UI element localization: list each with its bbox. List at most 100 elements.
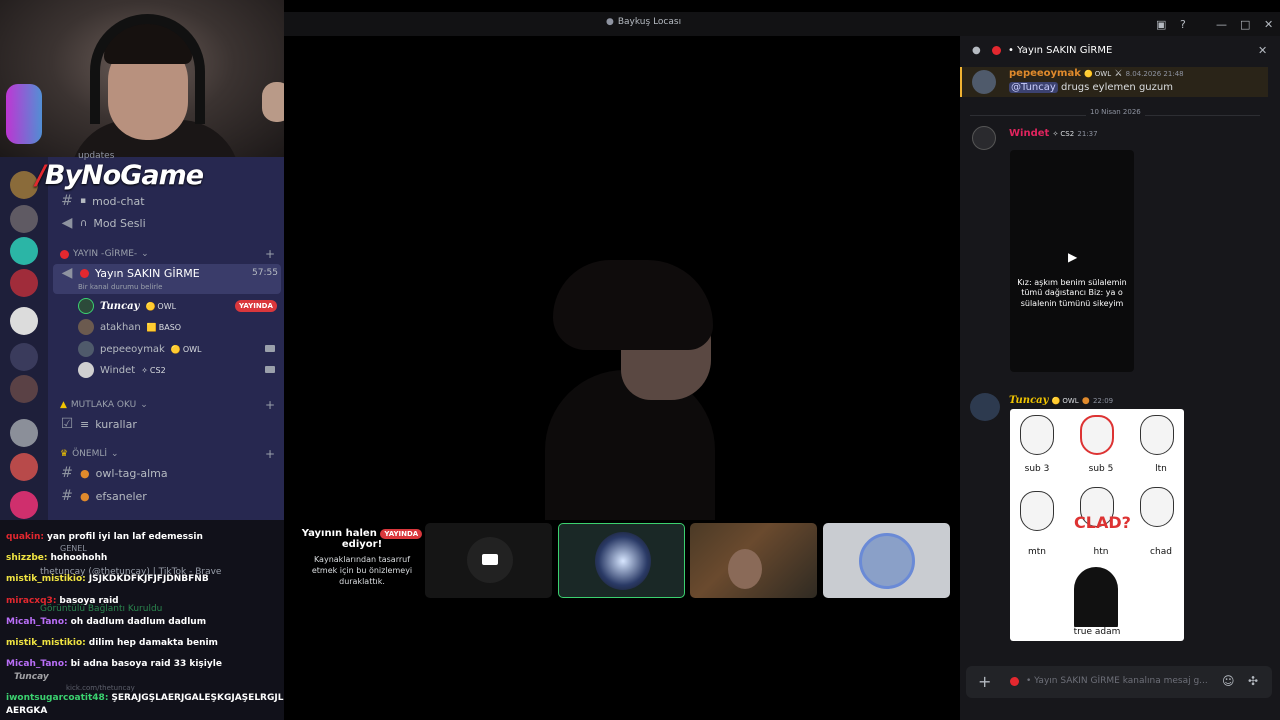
channel-status[interactable]: Bir kanal durumu belirle — [78, 283, 162, 291]
meme-label: mtn — [1028, 547, 1046, 557]
member-tag: 🟡 OWL — [1051, 397, 1079, 405]
chat-line: mistik_mistikio: JSJKDKDFKJFJFJDNBFNB — [6, 574, 209, 584]
category-yayin[interactable]: YAYIN -GİRME- ⌄ — [60, 249, 149, 259]
author-name[interactable]: Windet — [1009, 128, 1049, 139]
avatar[interactable] — [972, 126, 996, 150]
stream-paused-notice: Yayının halen YAYINDA ediyor! Kaynakları… — [300, 528, 424, 588]
voice-channel-label: Yayın SAKIN GİRME — [95, 266, 200, 280]
avatar[interactable] — [972, 70, 996, 94]
message-input[interactable]: • Yayın SAKIN GİRME kanalına mesaj g... — [1026, 676, 1208, 686]
close-chat-icon[interactable]: ✕ — [1258, 44, 1267, 57]
notice-title: Yayının halen — [301, 528, 377, 539]
author-name[interactable]: pepeeoymak — [1009, 68, 1081, 79]
server-icon[interactable] — [10, 307, 38, 335]
member-tag: ✧ CS2 — [1052, 130, 1075, 138]
chat-line: AERGKA — [6, 706, 48, 716]
message-header: Tuncay 🟡 OWL ● 22:09 — [1009, 395, 1113, 406]
list-icon: ≡ — [80, 417, 90, 431]
avatar[interactable] — [970, 393, 1000, 421]
server-icon[interactable] — [10, 419, 38, 447]
live-badge: YAYINDA — [235, 300, 277, 312]
meme-overlay-text: CLAD? — [1074, 513, 1131, 532]
maximize-icon[interactable]: □ — [1240, 18, 1250, 31]
help-icon[interactable]: ? — [1180, 18, 1186, 31]
server-icon[interactable] — [10, 343, 38, 371]
author-name[interactable]: Tuncay — [1009, 395, 1048, 406]
participant-tile[interactable] — [425, 523, 552, 598]
chat-line: shizzbe: hohoohohh — [6, 553, 108, 563]
participant-tile[interactable] — [690, 523, 817, 598]
category-mutlaka-oku[interactable]: ▲ MUTLAKA OKU ⌄ — [60, 400, 148, 410]
emoji-icon[interactable]: ☺ — [1222, 674, 1235, 688]
channel-owl-tag-alma[interactable]: # ● owl-tag-alma — [60, 463, 168, 483]
timestamp: 22:09 — [1092, 397, 1114, 405]
category-genel[interactable]: GENEL — [60, 544, 87, 553]
camera-icon — [482, 554, 498, 565]
checkbox-icon: ☑ — [60, 416, 74, 432]
category-onemli[interactable]: ♛ ÖNEMLİ ⌄ — [60, 449, 119, 459]
server-icon[interactable] — [10, 453, 38, 481]
date-divider: 10 Nisan 2026 — [1086, 108, 1145, 116]
timestamp: 8.04.2026 21:48 — [1125, 70, 1184, 78]
channel-label: owl-tag-alma — [95, 466, 168, 480]
red-dot-icon — [80, 268, 89, 278]
add-channel-icon[interactable]: + — [265, 398, 275, 412]
minimize-icon[interactable]: — — [1216, 18, 1227, 31]
server-icon[interactable] — [10, 269, 38, 297]
meme-face — [1020, 415, 1054, 455]
server-icon[interactable] — [10, 491, 38, 519]
camera-icon — [265, 345, 275, 352]
mention[interactable]: @Tuncay — [1009, 82, 1058, 93]
image-attachment[interactable]: sub 3 sub 5 ltn CLAD? mtn htn chad true … — [1010, 409, 1184, 641]
server-icon[interactable] — [10, 205, 38, 233]
hash-icon: # — [61, 488, 73, 504]
video-attachment[interactable]: ▶ Kız: aşkım benim sülalemin tümü dağıst… — [1010, 150, 1134, 372]
add-channel-icon[interactable]: + — [265, 447, 275, 461]
notice-body: Kaynaklarından tasarruf etmek için bu ön… — [311, 555, 413, 587]
voice-member[interactable]: Windet ✧ CS2 — [78, 360, 166, 380]
speaker-icon: ◀ — [61, 215, 73, 231]
add-attachment-icon[interactable]: + — [978, 672, 991, 691]
chat-line: iwontsugarcoatit48: ŞERAJGŞLAERJGALEŞKGJA… — [6, 693, 284, 703]
server-icon[interactable] — [10, 237, 38, 265]
window-title: ● Baykuş Locası — [606, 17, 681, 27]
channel-label: kurallar — [95, 417, 137, 431]
crown-icon: ♛ — [60, 449, 69, 459]
owl-icon: ● — [80, 466, 90, 480]
chevron-down-icon: ⌄ — [111, 449, 119, 459]
red-dot-icon — [1010, 677, 1019, 686]
member-name: Windet — [100, 364, 136, 376]
participant-tile-speaking[interactable] — [558, 523, 685, 598]
participant-tile[interactable] — [823, 523, 950, 598]
channel-efsaneler[interactable]: # ● efsaneler — [60, 486, 147, 506]
voice-member[interactable]: atakhan 🟨 BASO — [78, 317, 181, 337]
channel-kurallar[interactable]: ☑ ≡ kurallar — [60, 414, 137, 434]
avatar — [78, 341, 94, 357]
channel-mod-chat[interactable]: # ▪ mod-chat — [60, 191, 144, 211]
close-icon[interactable]: ✕ — [1264, 18, 1273, 31]
play-icon[interactable]: ▶ — [1068, 250, 1077, 264]
inbox-icon[interactable]: ▣ — [1156, 18, 1166, 31]
voice-channel-yayin[interactable]: ◀ Yayın SAKIN GİRME — [60, 263, 200, 283]
add-channel-icon[interactable]: + — [265, 247, 275, 261]
member-tag: 🟡 OWL — [1084, 70, 1112, 78]
owl-icon: ● — [1081, 396, 1090, 406]
apps-icon[interactable]: ✣ — [1248, 674, 1258, 688]
meme-label: chad — [1150, 547, 1172, 557]
user-panel-name[interactable]: Tuncay — [14, 672, 49, 682]
channel-mod-sesli[interactable]: ◀ ∩ Mod Sesli — [60, 213, 146, 233]
voice-member[interactable]: pepeeoymak 🟡 OWL — [78, 339, 202, 359]
member-name: Tuncay — [100, 300, 140, 312]
voice-member[interactable]: Tuncay 🟡 OWL — [78, 296, 176, 316]
chat-line: mistik_mistikio: dilim hep damakta benim — [6, 638, 218, 648]
avatar — [78, 362, 94, 378]
red-dot-icon — [992, 46, 1001, 55]
participant-face — [728, 549, 762, 589]
server-icon[interactable] — [10, 171, 38, 199]
channel-label: Mod Sesli — [93, 216, 146, 230]
speaker-icon: ◀ — [61, 265, 73, 281]
chat-line: quakin: yan profil iyi lan laf edemessin — [6, 532, 203, 542]
server-icon[interactable] — [10, 375, 38, 403]
owl-icon: ● — [80, 489, 90, 503]
avatar — [78, 298, 94, 314]
